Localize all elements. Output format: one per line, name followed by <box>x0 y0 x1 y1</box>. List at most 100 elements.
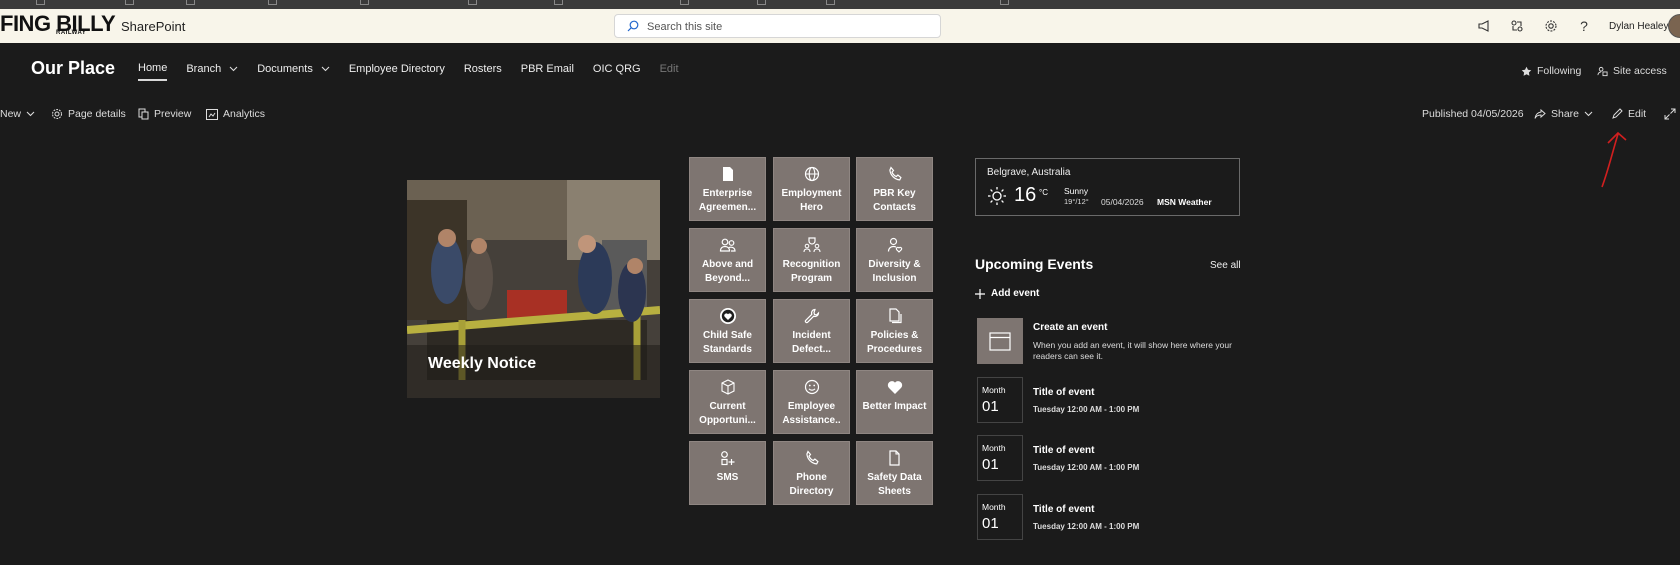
user-name[interactable]: Dylan Healey <box>1609 21 1668 32</box>
preview-button[interactable]: Preview <box>138 108 191 120</box>
settings-icon[interactable] <box>1542 17 1560 35</box>
quick-link-tile[interactable]: Child Safe Standards <box>689 299 766 363</box>
event-month: Month <box>982 385 1006 395</box>
nav-item-documents[interactable]: Documents <box>257 62 330 81</box>
event-title[interactable]: Title of event <box>1033 387 1095 398</box>
quick-link-label: Enterprise Agreemen... <box>698 188 757 213</box>
nav-item-oic-qrg[interactable]: OIC QRG <box>593 62 641 81</box>
bookmark-icon[interactable] <box>1000 0 1009 5</box>
phone-icon <box>804 449 820 467</box>
weather-card[interactable]: Belgrave, Australia 16 °C Sunny 19°/12° … <box>975 158 1240 216</box>
app-name[interactable]: SharePoint <box>121 19 185 34</box>
see-all-link[interactable]: See all <box>1210 260 1241 271</box>
wrench-icon <box>804 307 820 325</box>
analytics-label: Analytics <box>223 108 266 120</box>
event-date-box[interactable]: Month 01 <box>977 377 1023 423</box>
event-title[interactable]: Title of event <box>1033 445 1095 456</box>
quick-link-label: PBR Key Contacts <box>873 188 916 213</box>
person-heart-icon <box>887 236 903 254</box>
nav-label: Documents <box>257 63 313 75</box>
create-event-title[interactable]: Create an event <box>1033 322 1107 333</box>
bookmark-icon[interactable] <box>680 0 689 5</box>
event-day: 01 <box>982 398 999 415</box>
event-time: Tuesday 12:00 AM - 1:00 PM <box>1033 522 1140 531</box>
trophy-people-icon <box>802 236 821 254</box>
quick-link-tile[interactable]: Recognition Program <box>773 228 850 292</box>
bookmark-icon[interactable] <box>36 0 45 5</box>
quick-link-tile[interactable]: Diversity & Inclusion <box>856 228 933 292</box>
add-event-button[interactable]: Add event <box>975 288 1039 299</box>
search-icon <box>627 20 639 32</box>
bookmark-icon[interactable] <box>468 0 477 5</box>
hero-title: Weekly Notice <box>428 355 537 372</box>
quick-link-tile[interactable]: Employment Hero <box>773 157 850 221</box>
weather-source[interactable]: MSN Weather <box>1157 197 1212 207</box>
help-icon[interactable]: ? <box>1575 17 1593 35</box>
create-event-description: When you add an event, it will show here… <box>1033 340 1232 361</box>
share-button[interactable]: Share <box>1534 108 1593 120</box>
bookmark-icon[interactable] <box>360 0 369 5</box>
quick-link-tile[interactable]: Safety Data Sheets <box>856 441 933 505</box>
bookmark-icon[interactable] <box>554 0 563 5</box>
weather-location: Belgrave, Australia <box>987 167 1071 178</box>
quick-link-tile[interactable]: PBR Key Contacts <box>856 157 933 221</box>
published-status: Published 04/05/2026 <box>1422 108 1524 120</box>
nav-edit-link[interactable]: Edit <box>660 62 679 81</box>
quick-link-label: SMS <box>716 472 739 483</box>
site-access-label: Site access <box>1613 65 1667 77</box>
create-event-tile[interactable] <box>977 318 1023 364</box>
quick-link-tile[interactable]: Enterprise Agreemen... <box>689 157 766 221</box>
quick-link-tile[interactable]: Better Impact <box>856 370 933 434</box>
quick-link-tile[interactable]: Policies & Procedures <box>856 299 933 363</box>
add-event-label: Add event <box>991 288 1040 299</box>
expand-button[interactable] <box>1664 108 1676 120</box>
nav-item-home[interactable]: Home <box>138 62 168 81</box>
event-date-box[interactable]: Month 01 <box>977 494 1023 540</box>
nav-label: PBR Email <box>520 63 574 75</box>
search-input[interactable] <box>647 18 927 35</box>
analytics-button[interactable]: Analytics <box>206 108 265 120</box>
chevron-down-icon <box>321 66 330 72</box>
gear-icon <box>52 109 62 119</box>
nav-item-rosters[interactable]: Rosters <box>464 62 502 81</box>
share-app-icon[interactable] <box>1508 17 1526 35</box>
site-access-button[interactable]: Site access <box>1597 65 1667 77</box>
smiley-icon <box>804 378 820 396</box>
logo-subtext: RAILWAY <box>56 30 87 36</box>
edit-button[interactable]: Edit <box>1611 108 1646 120</box>
document-icon <box>721 165 735 183</box>
quick-link-tile[interactable]: Incident Defect... <box>773 299 850 363</box>
quick-link-tile[interactable]: Above and Beyond... <box>689 228 766 292</box>
nav-item-pbr-email[interactable]: PBR Email <box>521 62 574 81</box>
phone-icon <box>887 165 903 183</box>
people-icon <box>719 236 737 254</box>
nav-label: OIC QRG <box>592 63 641 75</box>
quick-link-tile[interactable]: SMS <box>689 441 766 505</box>
weather-condition: Sunny <box>1064 186 1089 196</box>
site-title[interactable]: Our Place <box>31 58 115 79</box>
page-details-button[interactable]: Page details <box>51 108 126 120</box>
hero-weekly-notice[interactable]: Weekly Notice <box>407 180 660 398</box>
new-button[interactable]: New <box>0 108 35 120</box>
weather-date: 05/04/2026 <box>1101 197 1144 207</box>
bookmark-icon[interactable] <box>826 0 835 5</box>
nav-item-employee-directory[interactable]: Employee Directory <box>349 62 445 81</box>
search-box[interactable] <box>614 14 941 38</box>
event-date-box[interactable]: Month 01 <box>977 435 1023 481</box>
megaphone-icon[interactable] <box>1475 17 1493 35</box>
edit-label: Edit <box>1628 108 1647 120</box>
bookmark-icon[interactable] <box>186 0 195 5</box>
following-button[interactable]: Following <box>1521 65 1581 77</box>
avatar[interactable] <box>1668 14 1680 38</box>
event-day: 01 <box>982 515 999 532</box>
quick-link-label: Current Opportuni... <box>699 401 756 426</box>
event-title[interactable]: Title of event <box>1033 504 1095 515</box>
quick-link-tile[interactable]: Phone Directory <box>773 441 850 505</box>
bookmark-icon[interactable] <box>757 0 766 5</box>
bookmark-icon[interactable] <box>125 0 134 5</box>
quick-link-tile[interactable]: Employee Assistance.. <box>773 370 850 434</box>
bookmark-icon[interactable] <box>268 0 277 5</box>
event-month: Month <box>982 502 1006 512</box>
quick-link-tile[interactable]: Current Opportuni... <box>689 370 766 434</box>
nav-item-branch[interactable]: Branch <box>186 62 238 81</box>
